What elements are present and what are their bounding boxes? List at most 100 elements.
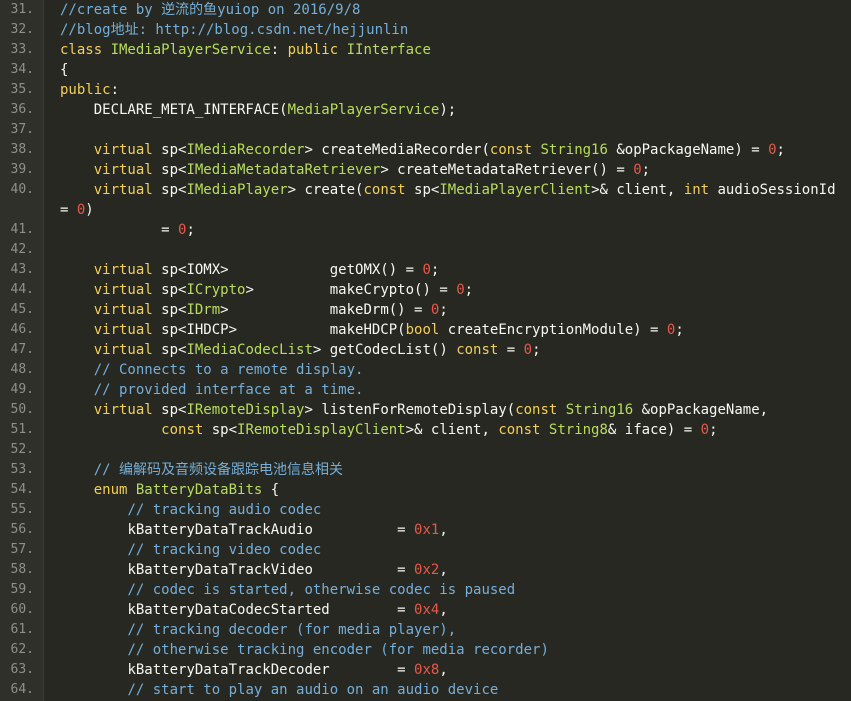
code-line[interactable]: 53. // 编解码及音频设备跟踪电池信息相关 bbox=[0, 460, 851, 480]
code-line[interactable]: 44. virtual sp<ICrypto> makeCrypto() = 0… bbox=[0, 280, 851, 300]
code-line[interactable]: 32. //blog地址: http://blog.csdn.net/hejjun… bbox=[0, 20, 851, 40]
comment-token: // tracking audio codec bbox=[60, 502, 322, 518]
code-line[interactable]: 58. kBatteryDataTrackVideo = 0x2, bbox=[0, 560, 851, 580]
plain-token: kBatteryDataTrackAudio = bbox=[60, 522, 415, 538]
plain-token: kBatteryDataTrackDecoder = bbox=[60, 662, 415, 678]
line-number: 64. bbox=[10, 682, 34, 697]
plain-token: > makeDrm() = bbox=[220, 302, 431, 318]
code-line[interactable]: 51. const sp<IRemoteDisplayClient>& clie… bbox=[0, 420, 851, 440]
number-token: 0 bbox=[456, 282, 465, 298]
code-line[interactable]: 56. kBatteryDataTrackAudio = 0x1, bbox=[0, 520, 851, 540]
line-number: 56. bbox=[10, 522, 34, 537]
code-text: enum BatteryDataBits { bbox=[60, 480, 850, 500]
code-line[interactable]: 45. virtual sp<IDrm> makeDrm() = 0; bbox=[0, 300, 851, 320]
line-number: 52. bbox=[10, 442, 34, 457]
code-line[interactable]: 59. // codec is started, otherwise codec… bbox=[0, 580, 851, 600]
code-line[interactable]: 61. // tracking decoder (for media playe… bbox=[0, 620, 851, 640]
keyword-token: class bbox=[60, 42, 111, 58]
code-line[interactable]: 54. enum BatteryDataBits { bbox=[0, 480, 851, 500]
keyword-token: bool bbox=[405, 322, 448, 338]
code-line[interactable]: 46. virtual sp<IHDCP> makeHDCP(bool crea… bbox=[0, 320, 851, 340]
keyword-token: public bbox=[60, 82, 111, 98]
plain-token: > createMediaRecorder( bbox=[304, 142, 490, 158]
code-line[interactable]: 42. bbox=[0, 240, 851, 260]
code-line[interactable]: 55. // tracking audio codec bbox=[0, 500, 851, 520]
code-text: // 编解码及音频设备跟踪电池信息相关 bbox=[60, 460, 850, 480]
code-line[interactable]: 38. virtual sp<IMediaRecorder> createMed… bbox=[0, 140, 851, 160]
type-token: String16 bbox=[540, 142, 617, 158]
code-text: virtual sp<ICrypto> makeCrypto() = 0; bbox=[60, 280, 850, 300]
type-token: IMediaCodecList bbox=[186, 342, 313, 358]
line-number: 57. bbox=[10, 542, 34, 557]
number-token: 0 bbox=[700, 422, 710, 438]
code-line[interactable]: 63. kBatteryDataTrackDecoder = 0x8, bbox=[0, 660, 851, 680]
comment-token: // codec is started, otherwise codec is … bbox=[60, 582, 516, 598]
type-token: MediaPlayerService bbox=[287, 102, 440, 118]
code-line[interactable]: 49. // provided interface at a time. bbox=[0, 380, 851, 400]
code-line[interactable]: 57. // tracking video codec bbox=[0, 540, 851, 560]
plain-token: , bbox=[439, 562, 448, 578]
plain-token: > create( bbox=[287, 182, 364, 198]
code-line[interactable]: 31. //create by 逆流的鱼yuiop on 2016/9/8 bbox=[0, 0, 851, 20]
plain-token: { bbox=[270, 482, 280, 498]
keyword-token: const bbox=[363, 182, 415, 198]
code-line[interactable]: 47. virtual sp<IMediaCodecList> getCodec… bbox=[0, 340, 851, 360]
type-token: IMediaRecorder bbox=[186, 142, 305, 158]
code-text: // start to play an audio on an audio de… bbox=[60, 680, 850, 700]
plain-token: = bbox=[60, 222, 179, 238]
code-editor[interactable]: 31. //create by 逆流的鱼yuiop on 2016/9/8 32. /… bbox=[0, 0, 851, 701]
code-text: // codec is started, otherwise codec is … bbox=[60, 580, 850, 600]
plain-token: ); bbox=[439, 102, 457, 118]
comment-token: //blog地址: http://blog.csdn.net/hejjunlin bbox=[60, 22, 409, 38]
code-line[interactable]: 48. // Connects to a remote display. bbox=[0, 360, 851, 380]
code-area[interactable]: 31. //create by 逆流的鱼yuiop on 2016/9/8 32. /… bbox=[0, 0, 851, 700]
plain-token: sp< bbox=[161, 402, 187, 418]
type-token: BatteryDataBits bbox=[135, 482, 271, 498]
number-token: 0 bbox=[523, 342, 533, 358]
line-number: 39. bbox=[10, 162, 34, 177]
code-text: // provided interface at a time. bbox=[60, 380, 850, 400]
keyword-token: virtual bbox=[60, 342, 162, 358]
keyword-token: const bbox=[60, 422, 212, 438]
code-line[interactable]: 43. virtual sp<IOMX> getOMX() = 0; bbox=[0, 260, 851, 280]
code-line[interactable]: 37. bbox=[0, 120, 851, 140]
code-line[interactable]: 41. = 0; bbox=[0, 220, 851, 240]
plain-token: & iface) = bbox=[607, 422, 701, 438]
number-token: 0x1 bbox=[414, 522, 440, 538]
line-number: 44. bbox=[10, 282, 34, 297]
code-text: virtual sp<IDrm> makeDrm() = 0; bbox=[60, 300, 850, 320]
code-line[interactable]: 40. virtual sp<IMediaPlayer> create(cons… bbox=[0, 180, 851, 220]
type-token: IRemoteDisplay bbox=[186, 402, 305, 418]
code-line[interactable]: 36. DECLARE_META_INTERFACE(MediaPlayerSe… bbox=[0, 100, 851, 120]
code-text: //create by 逆流的鱼yuiop on 2016/9/8 bbox=[60, 0, 850, 20]
code-line[interactable]: 62. // otherwise tracking encoder (for m… bbox=[0, 640, 851, 660]
code-line[interactable]: 33. class IMediaPlayerService: public IIn… bbox=[0, 40, 851, 60]
code-text: kBatteryDataTrackAudio = 0x1, bbox=[60, 520, 850, 540]
line-number: 61. bbox=[10, 622, 34, 637]
keyword-token: virtual bbox=[60, 262, 162, 278]
code-line[interactable]: 52. bbox=[0, 440, 851, 460]
code-line[interactable]: 39. virtual sp<IMediaMetadataRetriever> … bbox=[0, 160, 851, 180]
code-line[interactable]: 60. kBatteryDataCodecStarted = 0x4, bbox=[0, 600, 851, 620]
code-line[interactable]: 64. // start to play an audio on an audi… bbox=[0, 680, 851, 700]
code-line[interactable]: 35. public: bbox=[0, 80, 851, 100]
plain-token: createEncryptionModule) = bbox=[447, 322, 667, 338]
line-number: 42. bbox=[10, 242, 34, 257]
plain-token: kBatteryDataCodecStarted = bbox=[60, 602, 415, 618]
line-number: 37. bbox=[10, 122, 34, 137]
plain-token: , bbox=[439, 522, 448, 538]
line-number: 54. bbox=[10, 482, 34, 497]
code-text: class IMediaPlayerService: public IInter… bbox=[60, 40, 850, 60]
line-number: 55. bbox=[10, 502, 34, 517]
code-text: const sp<IRemoteDisplayClient>& client, … bbox=[60, 420, 850, 440]
code-line[interactable]: 34. { bbox=[0, 60, 851, 80]
plain-token: ; bbox=[776, 142, 785, 158]
keyword-token: const bbox=[489, 142, 541, 158]
plain-token: sp< bbox=[161, 182, 187, 198]
type-token: IMediaMetadataRetriever bbox=[186, 162, 381, 178]
line-number: 46. bbox=[10, 322, 34, 337]
code-line[interactable]: 50. virtual sp<IRemoteDisplay> listenFor… bbox=[0, 400, 851, 420]
plain-token: sp< bbox=[161, 162, 187, 178]
line-number: 51. bbox=[10, 422, 34, 437]
code-text: virtual sp<IMediaRecorder> createMediaRe… bbox=[60, 140, 850, 160]
